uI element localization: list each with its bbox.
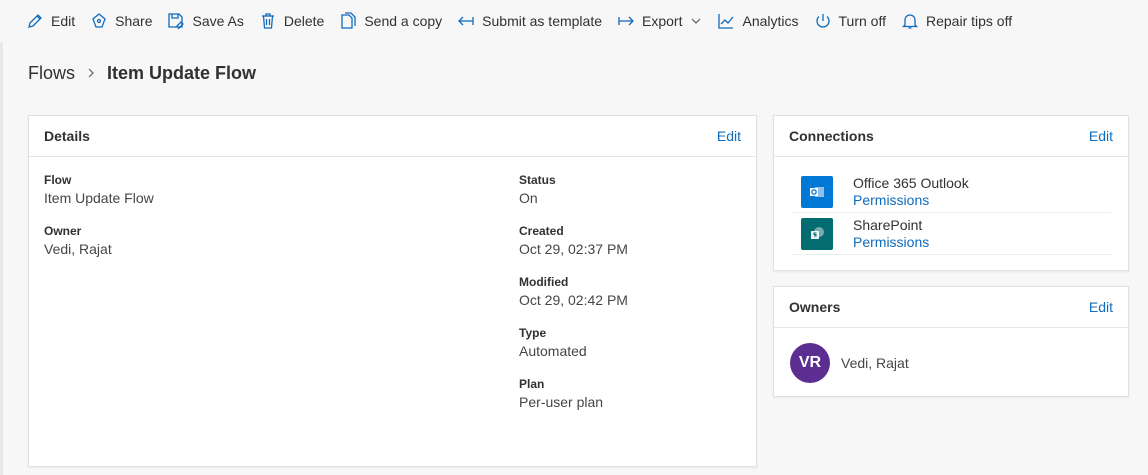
details-edit-link[interactable]: Edit bbox=[717, 128, 741, 144]
details-title: Details bbox=[44, 128, 90, 144]
owner-row: VR Vedi, Rajat bbox=[790, 343, 909, 383]
owner-value: Vedi, Rajat bbox=[44, 241, 112, 257]
created-label: Created bbox=[519, 224, 564, 238]
chevron-right-icon bbox=[85, 67, 97, 79]
connections-title: Connections bbox=[789, 128, 874, 144]
owners-title: Owners bbox=[789, 299, 841, 315]
created-field: Created Oct 29, 02:37 PM bbox=[519, 223, 628, 258]
send-copy-button[interactable]: Send a copy bbox=[339, 0, 442, 42]
delete-button[interactable]: Delete bbox=[259, 0, 324, 42]
breadcrumb: Flows Item Update Flow bbox=[28, 60, 256, 86]
flow-value: Item Update Flow bbox=[44, 190, 154, 206]
export-arrow-icon bbox=[617, 12, 635, 30]
type-field: Type Automated bbox=[519, 325, 628, 360]
type-value: Automated bbox=[519, 343, 587, 359]
connections-card: Connections Edit Office 365 Outlook Perm… bbox=[773, 115, 1129, 271]
connection-row: Office 365 Outlook Permissions bbox=[791, 171, 1111, 213]
plan-value: Per-user plan bbox=[519, 394, 604, 410]
share-button[interactable]: Share bbox=[90, 0, 152, 42]
connection-name: Office 365 Outlook bbox=[853, 174, 969, 191]
owners-edit-link[interactable]: Edit bbox=[1089, 299, 1113, 315]
modified-value: Oct 29, 02:42 PM bbox=[519, 292, 628, 308]
flow-label: Flow bbox=[44, 173, 72, 187]
owner-label: Owner bbox=[44, 224, 82, 238]
connection-name: SharePoint bbox=[853, 216, 923, 233]
power-icon bbox=[814, 12, 832, 30]
submit-arrow-icon bbox=[457, 12, 475, 30]
trash-icon bbox=[259, 12, 277, 30]
connections-edit-link[interactable]: Edit bbox=[1089, 128, 1113, 144]
edit-button[interactable]: Edit bbox=[26, 0, 75, 42]
command-bar: Edit Share Save As Delete Send a copy Su… bbox=[0, 0, 1148, 42]
turn-off-button[interactable]: Turn off bbox=[814, 0, 886, 42]
connection-text: SharePoint Permissions bbox=[853, 217, 929, 251]
share-icon bbox=[90, 12, 108, 30]
owner-name: Vedi, Rajat bbox=[841, 355, 909, 371]
page-title: Item Update Flow bbox=[107, 62, 257, 83]
connection-text: Office 365 Outlook Permissions bbox=[853, 175, 969, 209]
details-card: Details Edit Flow Item Update Flow Owner… bbox=[28, 115, 757, 467]
connection-permissions-link[interactable]: Permissions bbox=[853, 192, 969, 209]
analytics-icon bbox=[717, 12, 735, 30]
modified-label: Modified bbox=[519, 275, 569, 289]
submit-template-button[interactable]: Submit as template bbox=[457, 0, 602, 42]
copy-icon bbox=[339, 12, 357, 30]
pencil-icon bbox=[26, 12, 44, 30]
window-edge bbox=[0, 0, 3, 475]
status-value: On bbox=[519, 190, 538, 206]
avatar: VR bbox=[790, 343, 830, 383]
repair-tips-button[interactable]: Repair tips off bbox=[901, 0, 1012, 42]
owners-card: Owners Edit VR Vedi, Rajat bbox=[773, 286, 1129, 397]
export-menu-button[interactable]: Export bbox=[617, 0, 702, 42]
connections-header: Connections Edit bbox=[774, 116, 1128, 157]
save-as-button[interactable]: Save As bbox=[167, 0, 244, 42]
outlook-icon bbox=[801, 175, 833, 208]
connection-permissions-link[interactable]: Permissions bbox=[853, 234, 929, 251]
connection-row: SharePoint Permissions bbox=[791, 213, 1111, 255]
created-value: Oct 29, 02:37 PM bbox=[519, 241, 628, 257]
chevron-down-icon bbox=[690, 15, 702, 27]
breadcrumb-flows-link[interactable]: Flows bbox=[28, 63, 75, 84]
flow-field: Flow Item Update Flow bbox=[44, 172, 154, 207]
status-label: Status bbox=[519, 173, 556, 187]
sharepoint-icon bbox=[801, 217, 833, 250]
type-label: Type bbox=[519, 326, 547, 340]
bell-icon bbox=[901, 12, 919, 30]
plan-label: Plan bbox=[519, 377, 545, 391]
owners-header: Owners Edit bbox=[774, 287, 1128, 328]
details-right-column: Status On Created Oct 29, 02:37 PM Modif… bbox=[519, 172, 628, 427]
status-field: Status On bbox=[519, 172, 628, 207]
modified-field: Modified Oct 29, 02:42 PM bbox=[519, 274, 628, 309]
owner-field: Owner Vedi, Rajat bbox=[44, 223, 154, 258]
details-header: Details Edit bbox=[29, 116, 756, 157]
details-left-column: Flow Item Update Flow Owner Vedi, Rajat bbox=[44, 172, 154, 274]
plan-field: Plan Per-user plan bbox=[519, 376, 628, 411]
save-as-icon bbox=[167, 12, 185, 30]
analytics-button[interactable]: Analytics bbox=[717, 0, 799, 42]
